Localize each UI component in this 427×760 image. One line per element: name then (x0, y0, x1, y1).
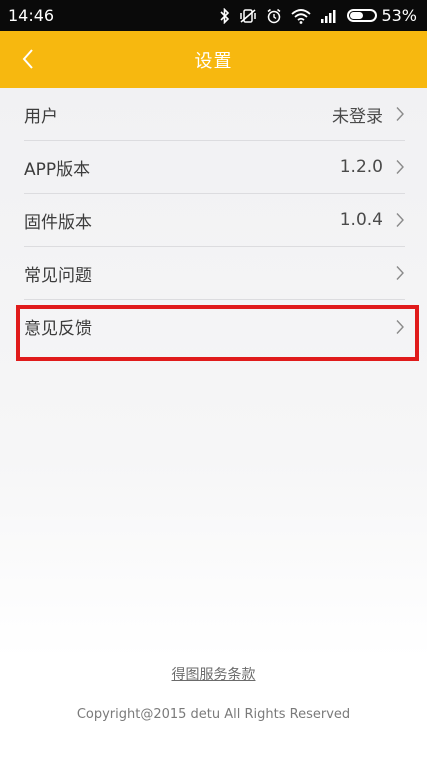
settings-item-user[interactable]: 用户 未登录 (24, 88, 405, 141)
settings-item-label: APP版本 (24, 159, 91, 180)
signal-icon (320, 9, 338, 23)
settings-item-value: 未登录 (332, 106, 383, 127)
chevron-right-icon (396, 266, 404, 280)
battery-percent: 53% (381, 6, 417, 25)
settings-item-value: 1.2.0 (339, 157, 383, 177)
settings-item-label: 固件版本 (24, 212, 92, 233)
settings-item-label: 用户 (24, 106, 58, 127)
settings-item-label: 意见反馈 (24, 319, 92, 339)
settings-item-label: 常见问题 (24, 265, 92, 286)
chevron-right-icon (396, 107, 404, 121)
settings-item-app-version[interactable]: APP版本 1.2.0 (24, 141, 405, 194)
chevron-left-icon (22, 49, 33, 69)
battery-icon: 53% (347, 6, 417, 25)
settings-list: 用户 未登录 APP版本 1.2.0 固件版本 1.0.4 常见问题 意见反馈 (0, 88, 427, 353)
settings-item-value: 1.0.4 (339, 210, 383, 230)
chevron-right-icon (396, 319, 404, 334)
settings-item-feedback[interactable]: 意见反馈 (24, 300, 405, 353)
page-title: 设置 (194, 50, 233, 72)
settings-item-faq[interactable]: 常见问题 (24, 247, 405, 300)
chevron-right-icon (396, 213, 404, 227)
alarm-icon (266, 8, 282, 24)
bluetooth-icon (220, 7, 230, 24)
app-bar: 设置 (0, 31, 427, 88)
status-time: 14:46 (8, 6, 55, 25)
battery-fill (350, 12, 364, 19)
wifi-icon (291, 8, 312, 24)
settings-content: 用户 未登录 APP版本 1.2.0 固件版本 1.0.4 常见问题 意见反馈 (0, 88, 427, 760)
settings-item-firmware-version[interactable]: 固件版本 1.0.4 (24, 194, 405, 247)
terms-link[interactable]: 得图服务条款 (0, 664, 427, 684)
back-button[interactable] (14, 45, 42, 73)
chevron-right-icon (396, 160, 404, 174)
status-bar: 14:46 53% (0, 0, 427, 31)
copyright-text: Copyright@2015 detu All Rights Reserved (76, 707, 351, 722)
status-icons: 53% (220, 6, 417, 25)
battery-gauge (347, 9, 378, 22)
vibrate-icon (239, 8, 257, 24)
